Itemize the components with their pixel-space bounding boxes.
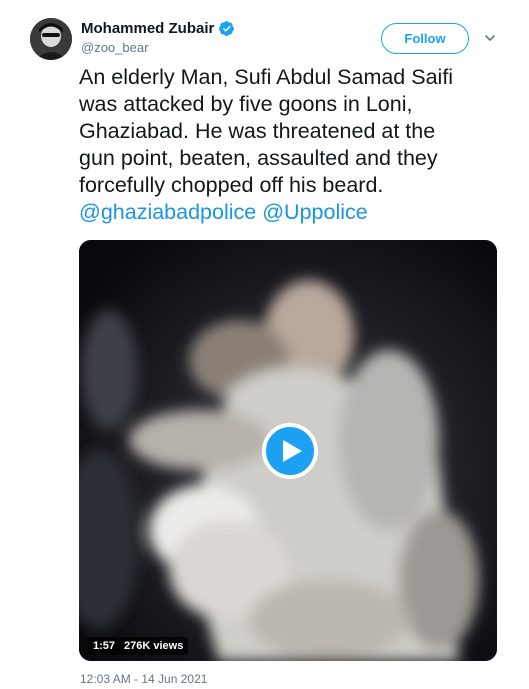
- video-views-badge: 276K views: [119, 637, 189, 655]
- play-button[interactable]: [262, 423, 318, 479]
- tweet-text-line: was attacked by five goons in Loni,: [79, 92, 413, 116]
- author-name-row: Mohammed Zubair: [81, 20, 235, 37]
- video-duration-badge: 1:57: [88, 637, 121, 655]
- tweet-text-line: Ghaziabad. He was threatened at the: [79, 119, 436, 143]
- follow-button[interactable]: Follow: [381, 23, 469, 54]
- chevron-down-icon[interactable]: [484, 32, 496, 44]
- tweet-card: Mohammed Zubair @zoo_bear Follow An elde…: [0, 0, 529, 689]
- tweet-text-line: An elderly Man, Sufi Abdul Samad Saifi: [79, 65, 454, 89]
- author-handle[interactable]: @zoo_bear: [81, 40, 148, 55]
- mention-link-ghaziabadpolice[interactable]: @ghaziabadpolice: [79, 200, 256, 224]
- tweet-timestamp[interactable]: 12:03 AM - 14 Jun 2021: [80, 672, 207, 686]
- video-player[interactable]: 1:57 276K views: [79, 240, 497, 661]
- verified-badge-icon: [219, 21, 235, 36]
- play-icon: [283, 440, 302, 462]
- author-display-name[interactable]: Mohammed Zubair: [81, 20, 214, 37]
- tweet-text-line: gun point, beaten, assaulted and they: [79, 146, 438, 170]
- mention-link-uppolice[interactable]: @Uppolice: [262, 200, 367, 224]
- tweet-text: An elderly Man, Sufi Abdul Samad Saifi w…: [79, 64, 519, 226]
- avatar-image: [30, 18, 72, 60]
- avatar[interactable]: [30, 18, 72, 60]
- tweet-text-line: forcefully chopped off his beard.: [79, 173, 384, 197]
- mentions-line: @ghaziabadpolice @Uppolice: [79, 199, 519, 226]
